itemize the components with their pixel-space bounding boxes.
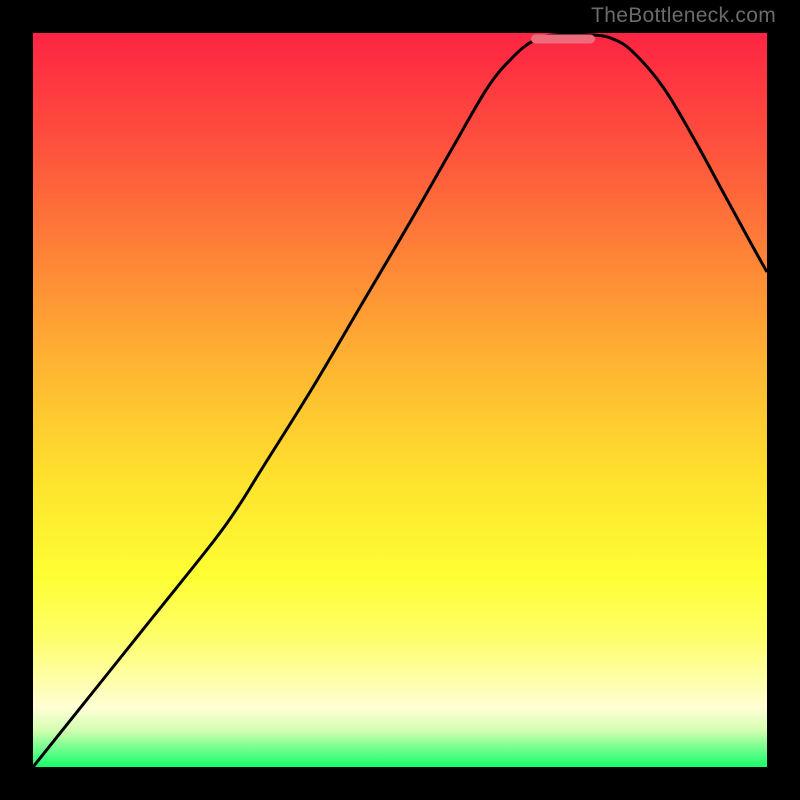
bottleneck-curve <box>33 34 767 767</box>
optimum-band <box>531 35 595 44</box>
chart-container: TheBottleneck.com <box>0 0 800 800</box>
chart-svg <box>33 33 767 767</box>
watermark-text: TheBottleneck.com <box>591 4 776 28</box>
optimum-band-group <box>531 35 595 44</box>
plot-area <box>33 33 767 767</box>
curve-group <box>33 34 767 767</box>
